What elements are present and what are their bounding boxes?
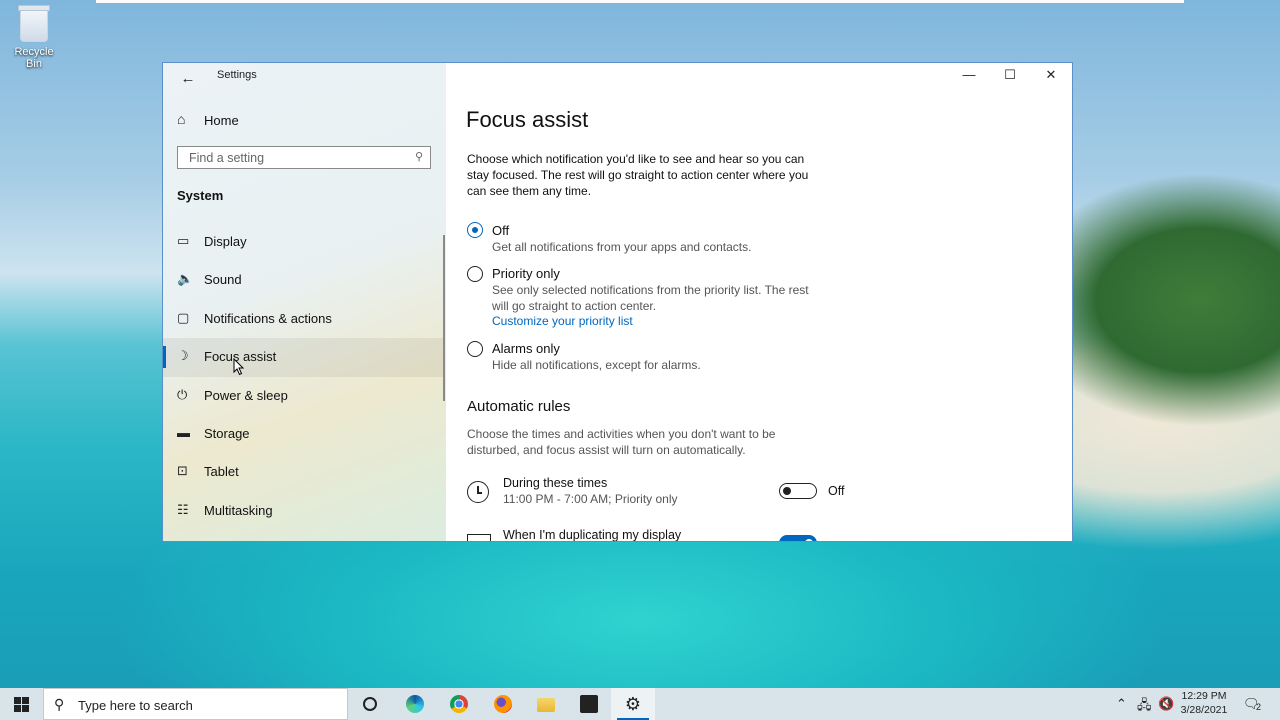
top-edge bbox=[96, 0, 1184, 3]
search-icon: ⚲ bbox=[54, 696, 65, 712]
chrome-button[interactable] bbox=[437, 688, 481, 720]
automatic-rules-heading: Automatic rules bbox=[467, 398, 571, 415]
sidebar-item-label: Tablet bbox=[204, 464, 239, 480]
sidebar-item-display[interactable]: ▭ Display bbox=[163, 223, 443, 261]
storage-icon: ▬ bbox=[177, 424, 190, 440]
section-title: System bbox=[177, 188, 224, 203]
rule-duplicate-toggle[interactable] bbox=[779, 535, 817, 541]
folder-icon bbox=[537, 698, 555, 712]
chevron-up-icon[interactable]: ⌃ bbox=[1116, 696, 1127, 712]
sidebar-item-notifications[interactable]: ▢ Notifications & actions bbox=[163, 300, 443, 338]
chrome-icon bbox=[450, 695, 468, 713]
sidebar-item-multitasking[interactable]: ☷ Multitasking bbox=[163, 492, 443, 530]
home-icon: ⌂ bbox=[177, 111, 186, 127]
start-button[interactable] bbox=[0, 688, 42, 720]
radio-off[interactable] bbox=[467, 222, 483, 238]
option-priority-desc: See only selected notifications from the… bbox=[492, 283, 809, 297]
file-explorer-button[interactable] bbox=[524, 688, 568, 720]
window-title: Settings bbox=[217, 69, 257, 81]
store-icon bbox=[580, 695, 598, 713]
home-label: Home bbox=[204, 113, 239, 128]
recycle-bin-icon bbox=[18, 5, 50, 42]
monitor-duplicate-icon bbox=[467, 534, 491, 541]
option-priority-label[interactable]: Priority only bbox=[492, 266, 560, 281]
option-alarms-desc: Hide all notifications, except for alarm… bbox=[492, 358, 701, 372]
taskbar: ⚲ Type here to search ⚙ ⌃ 🖧 🔇 12:29 PM 3… bbox=[0, 688, 1280, 720]
firefox-button[interactable] bbox=[481, 688, 525, 720]
automatic-rules-desc: Choose the times and activities when you… bbox=[467, 427, 776, 441]
sidebar-scrollbar[interactable] bbox=[443, 235, 445, 401]
cortana-circle-icon bbox=[363, 697, 377, 711]
back-arrow-icon[interactable]: ← bbox=[175, 67, 201, 91]
sidebar-item-label: Multitasking bbox=[204, 502, 273, 518]
sidebar-item-label: Display bbox=[204, 234, 247, 249]
sidebar-item-label: Sound bbox=[204, 272, 242, 288]
taskbar-search-text: Type here to search bbox=[78, 698, 193, 713]
sidebar-item-sound[interactable]: 🔈 Sound bbox=[163, 261, 443, 299]
sidebar-home[interactable]: ⌂ Home bbox=[163, 108, 446, 132]
clock-date: 3/28/2021 bbox=[1180, 704, 1228, 716]
sidebar-nav: ▭ Display 🔈 Sound ▢ Notifications & acti… bbox=[163, 223, 443, 530]
mouse-cursor-icon bbox=[233, 357, 245, 381]
store-button[interactable] bbox=[567, 688, 611, 720]
tablet-icon: ⊡ bbox=[177, 463, 188, 479]
clock-time: 12:29 PM bbox=[1181, 690, 1227, 702]
close-button[interactable]: ✕ bbox=[1031, 63, 1071, 87]
customize-priority-link[interactable]: Customize your priority list bbox=[492, 314, 633, 328]
recycle-bin-shortcut[interactable]: Recycle Bin bbox=[8, 5, 60, 70]
option-off-label[interactable]: Off bbox=[492, 223, 509, 238]
moon-icon: ☽ bbox=[177, 348, 189, 364]
sidebar-item-power-sleep[interactable]: ⏻ Power & sleep bbox=[163, 377, 443, 415]
multitasking-icon: ☷ bbox=[177, 501, 189, 517]
recycle-bin-label: Recycle Bin bbox=[14, 46, 54, 70]
firefox-icon bbox=[494, 695, 512, 713]
rule-duplicate-title[interactable]: When I'm duplicating my display bbox=[503, 528, 681, 541]
intro-line: can see them any time. bbox=[467, 184, 592, 198]
settings-window: ← Settings ⌂ Home ⚲ System ▭ Display 🔈 S… bbox=[162, 62, 1073, 542]
intro-line: Choose which notification you'd like to … bbox=[467, 152, 805, 166]
radio-alarms-only[interactable] bbox=[467, 341, 483, 357]
page-title: Focus assist bbox=[466, 107, 589, 132]
intro-line: stay focused. The rest will go straight … bbox=[467, 168, 809, 182]
automatic-rules-desc: disturbed, and focus assist will turn on… bbox=[467, 443, 746, 457]
sidebar-item-storage[interactable]: ▬ Storage bbox=[163, 415, 443, 453]
sidebar-item-tablet[interactable]: ⊡ Tablet bbox=[163, 453, 443, 491]
edge-button[interactable] bbox=[393, 688, 437, 720]
rule-times-subtitle: 11:00 PM - 7:00 AM; Priority only bbox=[503, 492, 678, 506]
monitor-icon: ▭ bbox=[177, 233, 190, 248]
taskbar-search[interactable]: ⚲ Type here to search bbox=[43, 688, 348, 720]
volume-muted-icon[interactable]: 🔇 bbox=[1158, 696, 1174, 712]
rule-times-title[interactable]: During these times bbox=[503, 476, 607, 490]
main-content: — ☐ ✕ Focus assist Choose which notifica… bbox=[446, 63, 1072, 541]
search-box[interactable]: ⚲ bbox=[177, 146, 431, 169]
power-icon: ⏻ bbox=[177, 386, 188, 402]
radio-priority-only[interactable] bbox=[467, 266, 483, 282]
sidebar-item-label: Power & sleep bbox=[204, 387, 288, 403]
clock-icon bbox=[467, 481, 489, 503]
search-icon: ⚲ bbox=[414, 151, 423, 163]
task-view-button[interactable] bbox=[348, 688, 392, 720]
sidebar: ← Settings ⌂ Home ⚲ System ▭ Display 🔈 S… bbox=[163, 63, 446, 541]
clock[interactable]: 12:29 PM 3/28/2021 bbox=[1176, 689, 1232, 717]
sidebar-item-label: Notifications & actions bbox=[204, 310, 332, 326]
notification-icon: ▢ bbox=[177, 309, 190, 325]
notification-count: 2 bbox=[1256, 702, 1262, 712]
minimize-button[interactable]: — bbox=[949, 63, 989, 87]
sidebar-item-focus-assist[interactable]: ☽ Focus assist bbox=[163, 338, 443, 377]
rule-times-toggle[interactable] bbox=[779, 483, 817, 499]
speaker-icon: 🔈 bbox=[177, 271, 194, 287]
maximize-button[interactable]: ☐ bbox=[990, 63, 1030, 87]
sidebar-item-label: Storage bbox=[204, 425, 250, 441]
search-input[interactable] bbox=[187, 150, 411, 166]
gear-icon: ⚙ bbox=[624, 694, 642, 714]
edge-icon bbox=[406, 695, 424, 713]
option-alarms-label[interactable]: Alarms only bbox=[492, 341, 560, 356]
option-priority-desc: will go straight to action center. bbox=[492, 299, 657, 313]
network-icon[interactable]: 🖧 bbox=[1137, 696, 1152, 718]
rule-times-state: Off bbox=[828, 484, 845, 498]
settings-taskbar-button[interactable]: ⚙ bbox=[611, 688, 655, 720]
option-off-desc: Get all notifications from your apps and… bbox=[492, 240, 752, 254]
